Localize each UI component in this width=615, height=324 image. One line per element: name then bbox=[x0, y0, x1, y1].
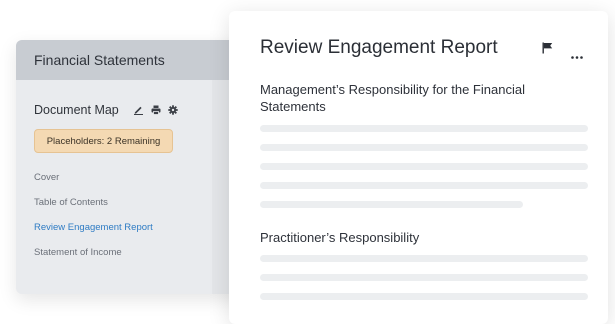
text-placeholder-line bbox=[260, 125, 588, 132]
document-map: Document Map Placeholders: 2 Remaining C… bbox=[16, 80, 212, 294]
print-icon[interactable] bbox=[151, 105, 161, 115]
text-placeholder-line bbox=[260, 274, 588, 281]
more-icon[interactable] bbox=[571, 46, 583, 64]
text-placeholder-line bbox=[260, 201, 523, 208]
gear-icon[interactable] bbox=[168, 105, 178, 115]
text-placeholder-line bbox=[260, 255, 588, 262]
report-title: Review Engagement Report bbox=[260, 37, 498, 58]
report-panel: Review Engagement Report Management’s Re… bbox=[229, 11, 608, 324]
nav-item-cover[interactable]: Cover bbox=[34, 165, 212, 190]
section-heading-management: Management’s Responsibility for the Fina… bbox=[260, 82, 525, 114]
nav-item-statement-of-income[interactable]: Statement of Income bbox=[34, 240, 212, 265]
document-map-title: Document Map bbox=[34, 103, 119, 117]
text-placeholder-line bbox=[260, 163, 588, 170]
panel-title: Financial Statements bbox=[34, 52, 165, 68]
report-header: Review Engagement Report bbox=[229, 11, 608, 67]
document-map-nav: Cover Table of Contents Review Engagemen… bbox=[34, 165, 212, 265]
placeholders-badge[interactable]: Placeholders: 2 Remaining bbox=[34, 129, 173, 153]
section-heading-practitioner: Practitioner’s Responsibility bbox=[260, 230, 420, 245]
text-placeholder-line bbox=[260, 182, 588, 189]
edit-icon[interactable] bbox=[133, 105, 144, 115]
flag-icon[interactable] bbox=[542, 41, 553, 59]
nav-item-review-engagement-report[interactable]: Review Engagement Report bbox=[34, 215, 212, 240]
nav-item-table-of-contents[interactable]: Table of Contents bbox=[34, 190, 212, 215]
text-placeholder-line bbox=[260, 144, 588, 151]
document-map-tools bbox=[133, 105, 178, 115]
document-map-header: Document Map bbox=[34, 102, 212, 118]
text-placeholder-line bbox=[260, 293, 588, 300]
